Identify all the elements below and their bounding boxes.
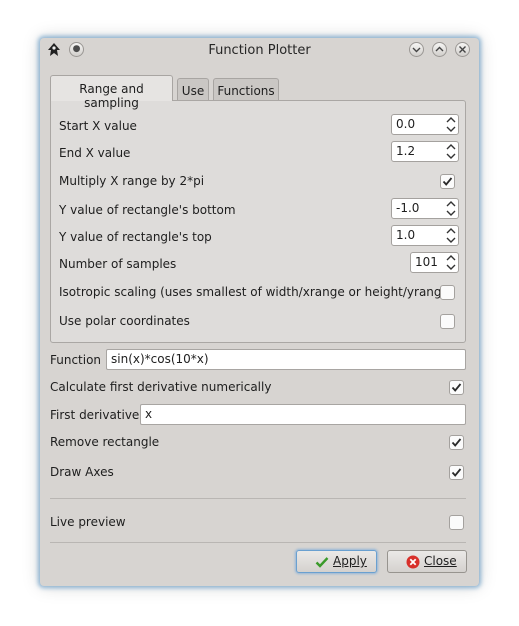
maximize-button[interactable] <box>432 42 447 57</box>
start-x-label: Start X value <box>59 119 137 133</box>
separator <box>50 542 466 543</box>
range-and-sampling-panel: Start X value 0.0 End X value 1.2 Multip… <box>50 100 466 343</box>
draw-axes-label: Draw Axes <box>50 465 114 479</box>
apply-button[interactable]: Apply <box>296 550 377 573</box>
spin-arrows-icon <box>446 144 456 159</box>
calculate-derivative-label: Calculate first derivative numerically <box>50 380 272 394</box>
chevron-down-icon <box>412 47 421 53</box>
remove-rectangle-checkbox[interactable] <box>449 435 464 450</box>
function-label: Function <box>50 353 102 367</box>
spin-arrows-icon <box>446 228 456 243</box>
polar-coordinates-checkbox[interactable] <box>440 314 455 329</box>
y-top-spinbox[interactable]: 1.0 <box>391 225 459 246</box>
start-x-spinbox[interactable]: 0.0 <box>391 114 459 135</box>
samples-spinbox[interactable]: 101 <box>410 252 459 273</box>
tab-functions[interactable]: Functions <box>213 78 279 100</box>
end-x-label: End X value <box>59 146 131 160</box>
apply-button-label: Apply <box>333 554 367 568</box>
checkmark-icon <box>315 557 329 568</box>
checkmark-icon <box>451 383 462 392</box>
start-x-value: 0.0 <box>396 117 416 131</box>
draw-axes-checkbox[interactable] <box>449 465 464 480</box>
isotropic-scaling-label: Isotropic scaling (uses smallest of widt… <box>59 285 454 299</box>
y-bottom-spinbox[interactable]: -1.0 <box>391 198 459 219</box>
first-derivative-label: First derivative <box>50 408 140 422</box>
tab-use[interactable]: Use <box>177 78 209 100</box>
calculate-derivative-checkbox[interactable] <box>449 380 464 395</box>
end-x-value: 1.2 <box>396 144 416 158</box>
separator <box>50 498 466 499</box>
live-preview-label: Live preview <box>50 515 126 529</box>
spin-arrows-icon <box>446 255 456 270</box>
checkmark-icon <box>442 177 453 186</box>
samples-value: 101 <box>415 255 438 269</box>
minimize-button[interactable] <box>409 42 424 57</box>
polar-coordinates-label: Use polar coordinates <box>59 314 190 328</box>
y-top-label: Y value of rectangle's top <box>59 230 212 244</box>
titlebar[interactable]: ● Function Plotter <box>40 38 479 64</box>
multiply-x-range-checkbox[interactable] <box>440 174 455 189</box>
checkmark-icon <box>451 438 462 447</box>
spin-arrows-icon <box>446 117 456 132</box>
y-bottom-value: -1.0 <box>396 201 420 215</box>
checkmark-icon <box>451 468 462 477</box>
function-input[interactable]: sin(x)*cos(10*x) <box>106 349 466 370</box>
spin-arrows-icon <box>446 201 456 216</box>
chevron-up-icon <box>435 46 444 52</box>
close-button[interactable]: Close <box>387 550 467 573</box>
close-window-button[interactable] <box>455 42 470 57</box>
close-icon <box>459 46 466 53</box>
close-button-label: Close <box>424 554 457 568</box>
y-bottom-label: Y value of rectangle's bottom <box>59 203 236 217</box>
end-x-spinbox[interactable]: 1.2 <box>391 141 459 162</box>
y-top-value: 1.0 <box>396 228 416 242</box>
first-derivative-input[interactable]: x <box>140 404 466 425</box>
multiply-x-range-label: Multiply X range by 2*pi <box>59 174 205 188</box>
function-plotter-window: ● Function Plotter Range and sampling Us… <box>40 38 479 586</box>
close-circle-icon <box>406 555 420 569</box>
remove-rectangle-label: Remove rectangle <box>50 435 160 449</box>
live-preview-checkbox[interactable] <box>449 515 464 530</box>
isotropic-scaling-checkbox[interactable] <box>440 285 455 300</box>
samples-label: Number of samples <box>59 257 177 271</box>
tab-range-and-sampling[interactable]: Range and sampling <box>50 75 173 110</box>
